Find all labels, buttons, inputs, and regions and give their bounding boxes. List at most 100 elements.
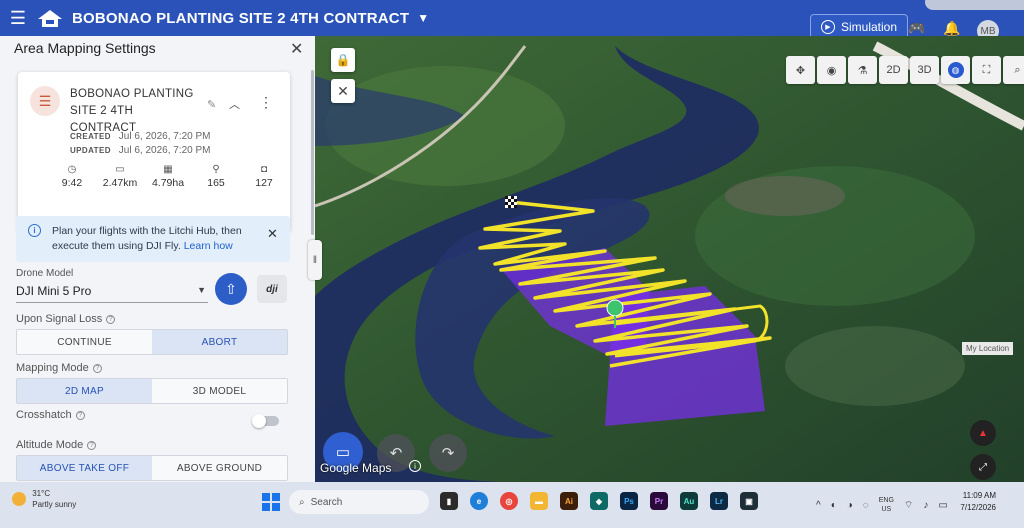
edit-icon[interactable]: ✎ [207,98,216,111]
time: 11:09 AM [962,491,996,500]
weather-widget[interactable]: 31°C Partly sunny [12,488,76,510]
chevron-up-icon[interactable]: ︿ [229,96,240,112]
upload-button[interactable]: ⇧ [215,273,247,305]
mission-card: ☰ BOBONAO PLANTING SITE 2 4TH CONTRACT ✎… [18,72,290,232]
chrome-icon[interactable]: ◎ [500,492,518,510]
wifi-icon[interactable]: ⌔ [904,499,913,512]
3d-model-option[interactable]: 3D MODEL [152,379,287,403]
fullscreen-icon[interactable]: ⛶ [972,56,1001,84]
file-explorer-icon[interactable]: ▬ [530,492,548,510]
chevron-down-icon: ▼ [197,285,206,295]
stat-duration: ◷ 9:42 [48,164,96,189]
lightroom-icon[interactable]: Lr [710,492,728,510]
tray-app-icon[interactable]: ◌ [863,500,869,511]
weather-text: 31°C Partly sunny [32,488,76,510]
map-toolbar: ✥ ◉ ⚗ 2D 3D ◍ ⛶ ⌕ [786,56,1024,84]
chevron-down-icon[interactable]: ▼ [417,11,429,25]
globe-icon[interactable]: ◍ [941,56,970,84]
satellite-map[interactable] [315,36,1024,482]
info-banner: i Plan your flights with the Litchi Hub,… [16,216,290,262]
premiere-icon[interactable]: Pr [650,492,668,510]
edge-icon[interactable]: e [470,492,488,510]
app-icon[interactable]: ▣ [740,492,758,510]
update-pill[interactable] [925,0,1024,10]
chevron-up-icon[interactable]: ^ [816,500,821,511]
drone-model-label: Drone Model [16,268,74,279]
search-icon[interactable]: ⌕ [1003,56,1024,84]
tray-app-icon[interactable]: ◑ [847,500,853,511]
simulation-label: Simulation [841,20,898,34]
panel-title: Area Mapping Settings [14,40,156,56]
learn-how-link[interactable]: Learn how [184,240,233,252]
close-icon[interactable]: ✕ [267,226,278,242]
expand-icon[interactable]: ⤢ [970,454,996,480]
volume-icon[interactable]: ♪ [923,500,928,511]
panel-scrollbar[interactable] [311,70,314,235]
3d-view-button[interactable]: 3D [910,56,939,84]
photos-value: 127 [255,177,273,189]
compass-icon[interactable]: ▲ [970,420,996,446]
crosshatch-label: Crosshatch? [16,409,85,421]
clock[interactable]: 11:09 AM 7/12/2026 [950,490,996,514]
close-icon[interactable]: ✕ [290,39,303,59]
2d-view-button[interactable]: 2D [879,56,908,84]
lock-icon[interactable]: 🔒 [331,48,355,72]
close-icon[interactable]: ✕ [331,79,355,103]
continue-option[interactable]: CONTINUE [17,330,152,354]
task-view-icon[interactable]: ▮ [440,492,458,510]
altitude-mode-text: Altitude Mode [16,439,84,451]
google-maps-attribution: Google Maps [320,461,392,475]
eye-icon[interactable]: ◉ [817,56,846,84]
battery-icon[interactable]: ▭ [938,500,947,511]
map-view[interactable]: 🔒 ✕ ✥ ◉ ⚗ 2D 3D ◍ ⛶ ⌕ My Location ▲ ⤢ ▭ … [315,36,1024,482]
help-icon[interactable]: ? [75,410,85,420]
bell-icon[interactable]: 🔔 [943,20,960,37]
illustrator-icon[interactable]: Ai [560,492,578,510]
created-label: CREATED [70,132,111,141]
app-header: ☰ BOBONAO PLANTING SITE 2 4TH CONTRACT ▼… [0,0,1024,42]
help-icon[interactable]: ? [92,363,102,373]
duration-value: 9:42 [61,177,83,189]
crosshatch-switch[interactable] [252,414,279,428]
above-take-off-option[interactable]: ABOVE TAKE OFF [17,456,152,480]
2d-map-option[interactable]: 2D MAP [17,379,152,403]
altitude-mode-label: Altitude Mode? [16,439,97,451]
dji-button[interactable]: dji [257,275,287,303]
app-icon[interactable]: ◆ [590,492,608,510]
weather-desc: Partly sunny [32,500,77,509]
language-indicator[interactable]: ENG US [879,496,894,514]
created-row: CREATED Jul 6, 2026, 7:20 PM [70,131,211,142]
photoshop-icon[interactable]: Ps [620,492,638,510]
distance-value: 2.47km [102,177,138,189]
updated-value: Jul 6, 2026, 7:20 PM [118,145,211,156]
abort-option[interactable]: ABORT [152,330,287,354]
above-ground-option[interactable]: ABOVE GROUND [152,456,287,480]
taskbar-search[interactable]: ⌕ Search [289,490,429,514]
mapping-mode-toggle: 2D MAP 3D MODEL [16,378,288,404]
updated-row: UPDATED Jul 6, 2026, 7:20 PM [70,145,211,156]
help-icon[interactable]: ? [87,440,97,450]
mission-type-icon: ☰ [30,86,60,116]
mission-title[interactable]: BOBONAO PLANTING SITE 2 4TH CONTRACT [72,10,409,27]
move-icon[interactable]: ✥ [786,56,815,84]
audition-icon[interactable]: Au [680,492,698,510]
hamburger-menu-icon[interactable]: ☰ [0,0,36,36]
drone-model-select[interactable]: DJI Mini 5 Pro ▼ [16,281,208,303]
info-text: Plan your flights with the Litchi Hub, t… [52,224,252,254]
pin-icon: ⚲ [212,164,220,175]
litchi-logo-icon [38,10,62,27]
satellite-icon[interactable]: ⚗ [848,56,877,84]
date: 7/12/2026 [960,503,996,512]
more-vert-icon[interactable]: ⋮ [259,94,273,111]
lang-line2: US [881,506,892,513]
info-icon[interactable]: i [409,460,421,472]
windows-start-icon[interactable] [262,493,280,511]
help-icon[interactable]: ? [106,314,116,324]
ruler-icon: ▭ [115,164,125,175]
panel-resize-handle[interactable]: ‖ [308,240,322,280]
tray-app-icon[interactable]: ◐ [831,500,837,511]
gamepad-icon[interactable]: 🎮 [908,20,925,37]
signal-loss-toggle: CONTINUE ABORT [16,329,288,355]
play-icon: ▶ [821,20,835,34]
redo-icon[interactable]: ↷ [429,434,467,472]
